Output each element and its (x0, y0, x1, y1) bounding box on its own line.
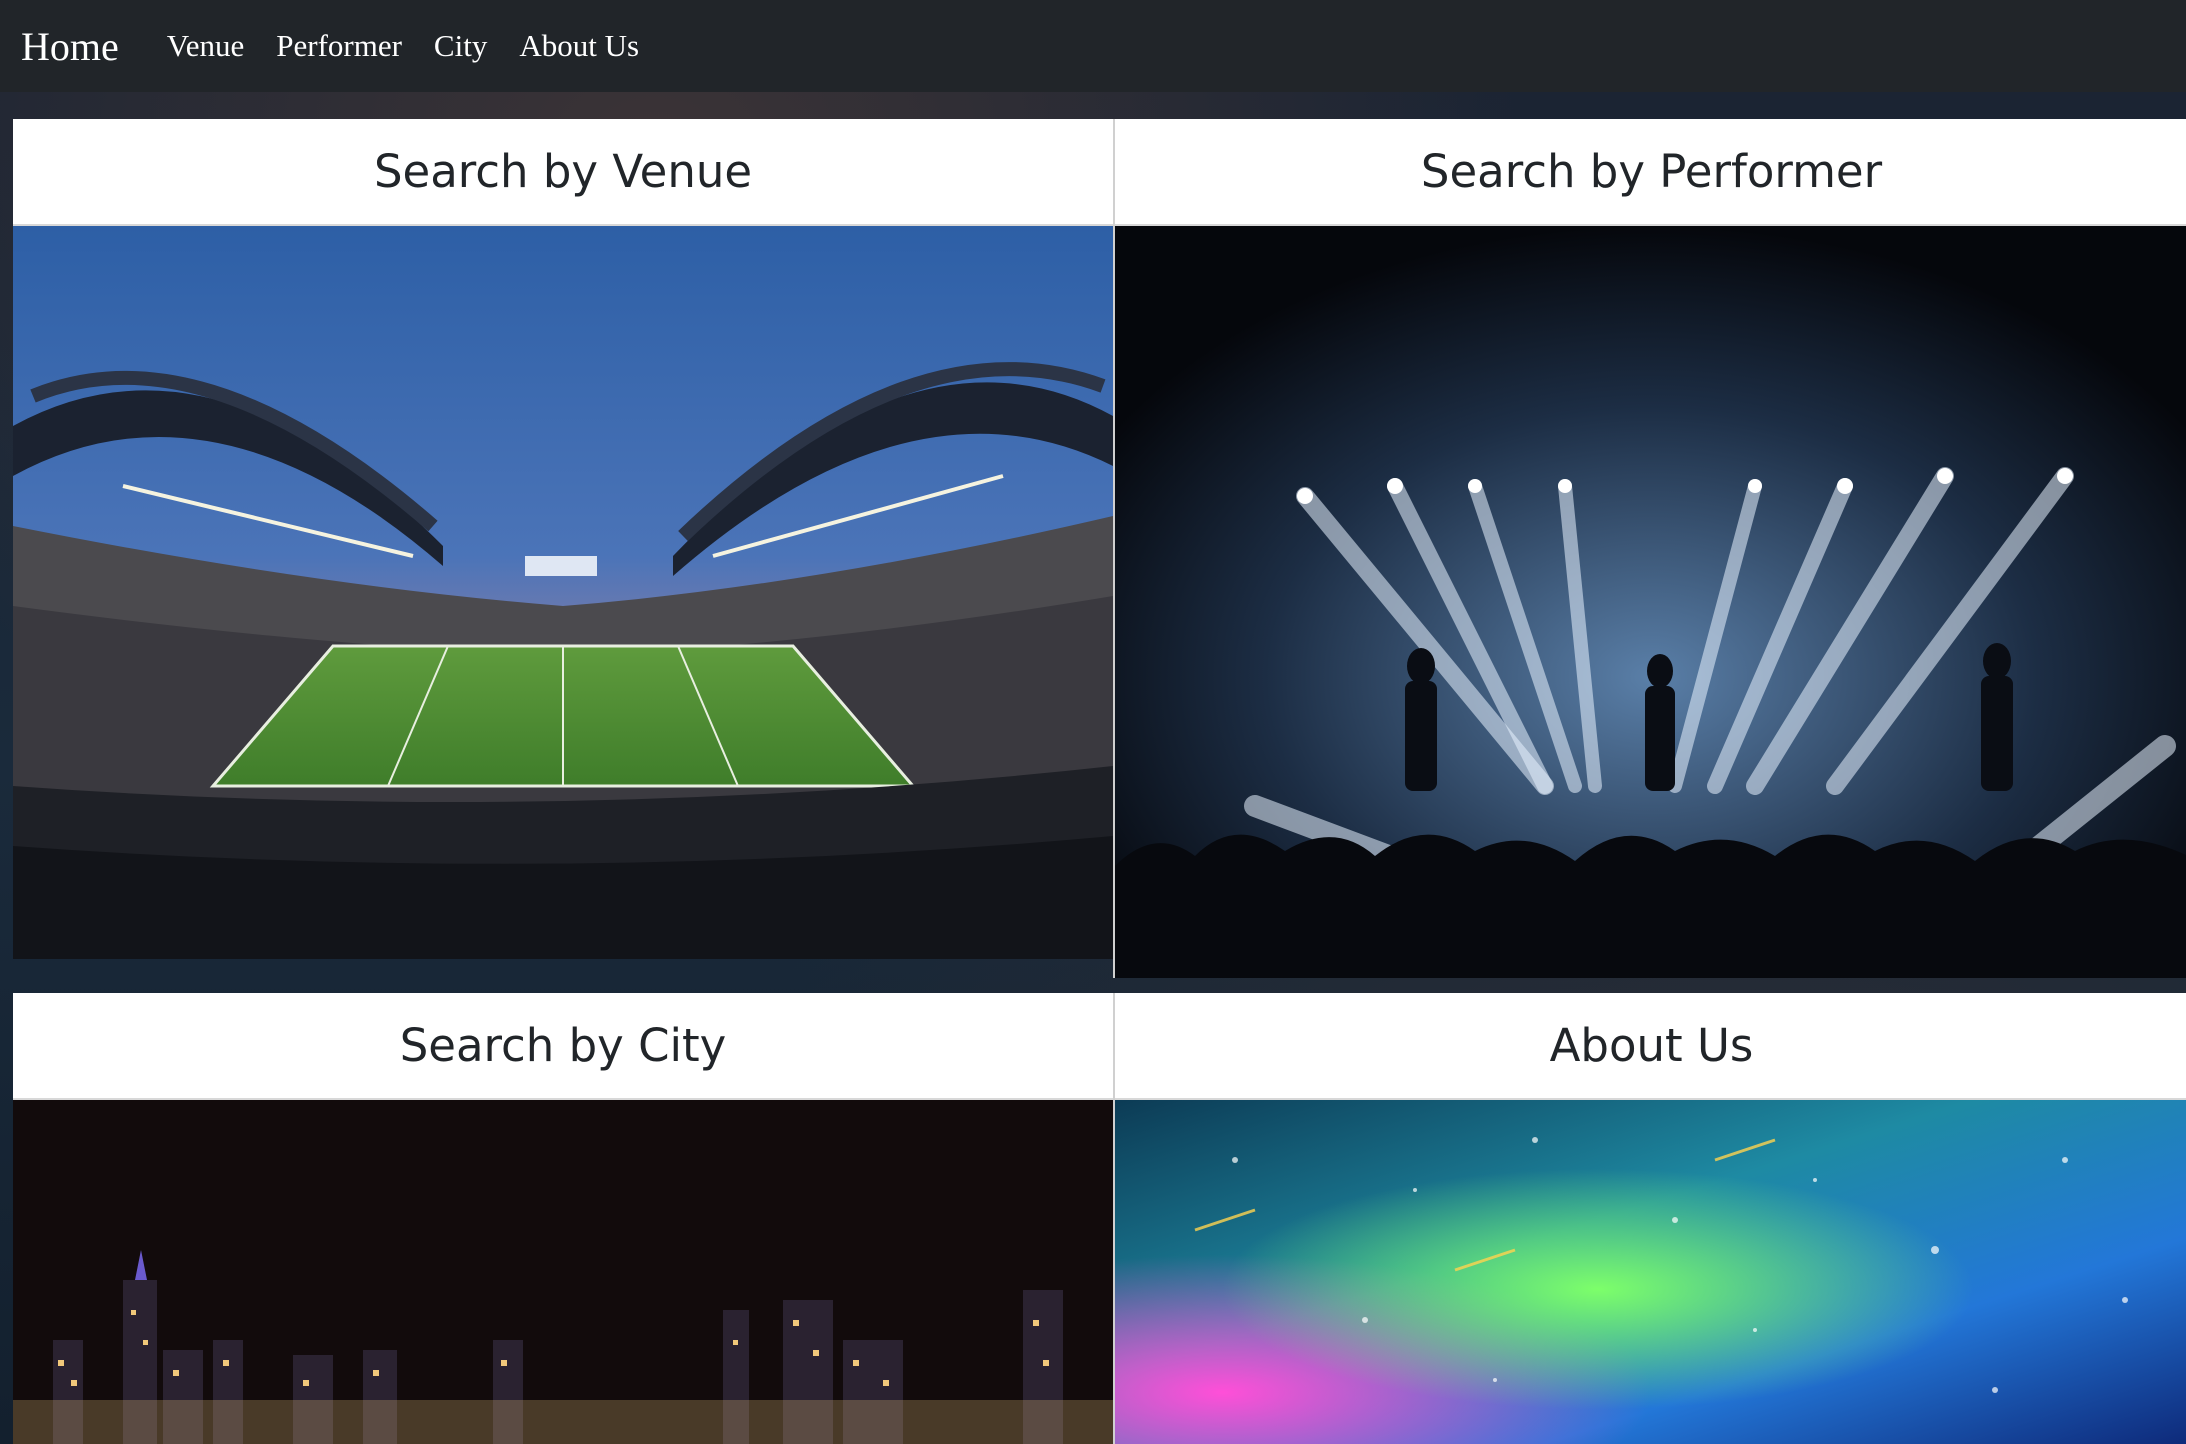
nav-about-link[interactable]: About Us (519, 28, 639, 64)
about-card[interactable]: About Us (1113, 993, 2186, 1444)
nav-venue-link[interactable]: Venue (167, 28, 244, 64)
performer-card-title: Search by Performer (1420, 145, 1883, 198)
venue-card[interactable]: Search by Venue (13, 119, 1113, 959)
stadium-image[interactable] (13, 226, 1113, 959)
nav-home-link[interactable]: Home (21, 23, 119, 70)
city-card-title: Search by City (399, 1019, 727, 1072)
nav-performer-link[interactable]: Performer (276, 28, 402, 64)
venue-card-title: Search by Venue (373, 145, 753, 198)
nav-city-link[interactable]: City (434, 28, 487, 64)
top-navbar: Home Venue Performer City About Us (0, 0, 2186, 92)
city-card-header: Search by City (13, 993, 1113, 1100)
performer-card[interactable]: Search by Performer (1113, 119, 2186, 978)
city-card[interactable]: Search by City (13, 993, 1113, 1444)
venue-card-header: Search by Venue (13, 119, 1113, 226)
about-card-header: About Us (1115, 993, 2186, 1100)
concert-stage-image[interactable] (1115, 226, 2186, 978)
festival-lights-image[interactable] (1115, 1100, 2186, 1444)
about-card-title: About Us (1549, 1019, 1754, 1072)
performer-card-header: Search by Performer (1115, 119, 2186, 226)
city-skyline-image[interactable] (13, 1100, 1113, 1444)
